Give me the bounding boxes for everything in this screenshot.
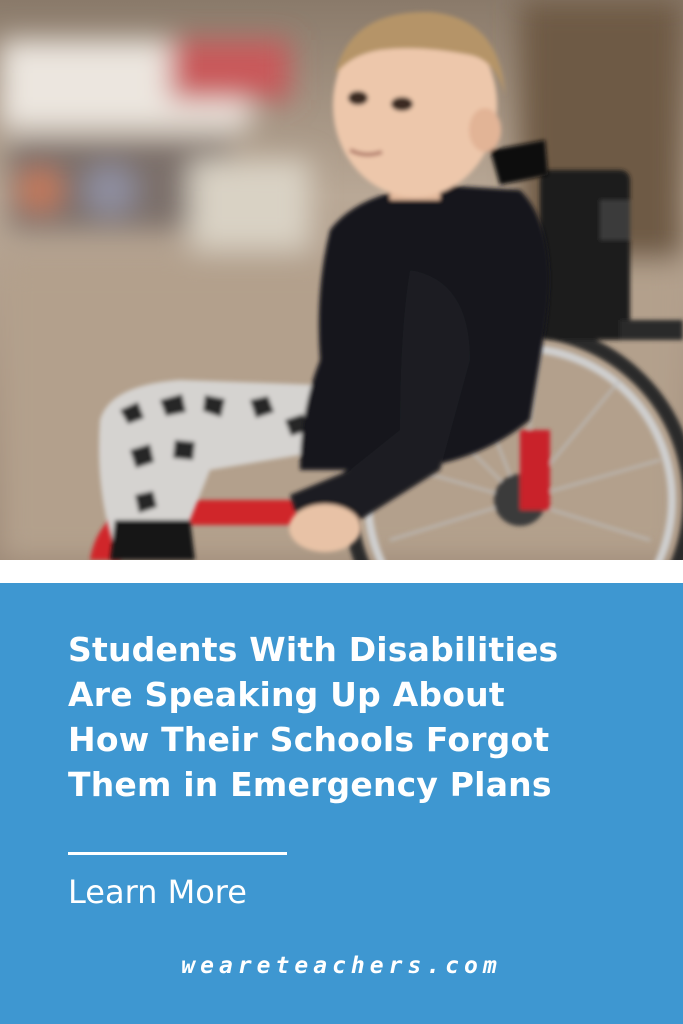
hero-photo [0, 0, 683, 560]
learn-more-link[interactable]: Learn More [68, 873, 247, 911]
pin-card: Students With Disabilities Are Speaking … [0, 0, 683, 1024]
site-url: weareteachers.com [181, 953, 502, 979]
title-panel: Students With Disabilities Are Speaking … [0, 583, 683, 1024]
headline: Students With Disabilities Are Speaking … [68, 630, 559, 804]
white-separator [0, 560, 683, 583]
divider-line [68, 852, 287, 855]
child-in-wheelchair-photo [0, 0, 683, 560]
